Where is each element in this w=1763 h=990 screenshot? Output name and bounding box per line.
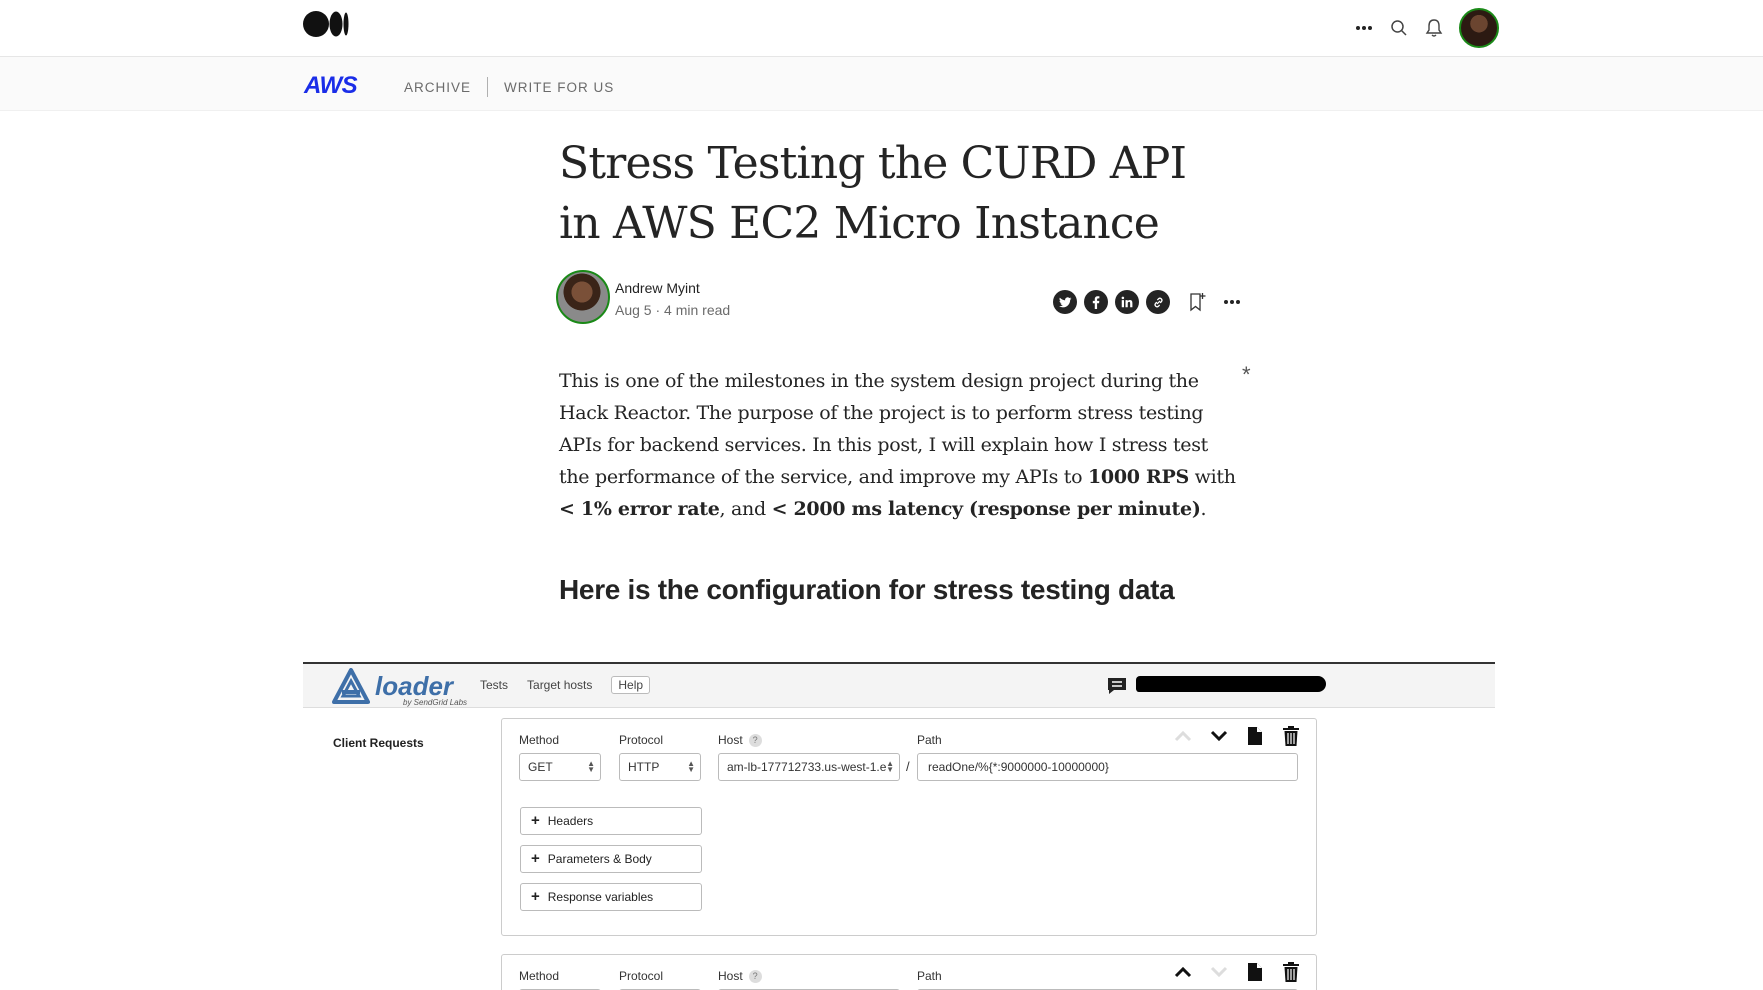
chevron-up-icon[interactable] — [1172, 961, 1194, 983]
facebook-icon[interactable] — [1084, 290, 1108, 314]
medium-logo-icon[interactable] — [303, 11, 349, 37]
method-label: Method — [519, 733, 560, 747]
help-icon[interactable]: ? — [748, 970, 762, 984]
top-bar — [0, 0, 1763, 57]
chevron-up-icon[interactable] — [1172, 725, 1194, 747]
protocol-label: Protocol — [619, 969, 664, 983]
author-name[interactable]: Andrew Myint — [615, 280, 700, 296]
response-variables-label: Response variables — [547, 890, 654, 904]
chevron-down-icon[interactable] — [1208, 725, 1230, 747]
plus-icon: + — [531, 850, 540, 867]
article-title: Stress Testing the CURD API in AWS EC2 M… — [559, 138, 1187, 249]
section-heading: Here is the configuration for stress tes… — [559, 574, 1175, 605]
paragraph-text: . — [1200, 498, 1207, 520]
host-value: am-lb-177712733.us-west-1.e — [727, 760, 887, 774]
path-label: Path — [917, 969, 942, 983]
bookmark-icon[interactable] — [1183, 290, 1211, 314]
more-dots-icon[interactable] — [1346, 11, 1381, 46]
bold-error-rate: < 1% error rate — [559, 498, 720, 520]
redacted-account — [1136, 676, 1326, 692]
host-select[interactable]: am-lb-177712733.us-west-1.e ▲ ▼ — [718, 753, 900, 781]
link-icon[interactable] — [1146, 290, 1170, 314]
user-avatar[interactable] — [1459, 8, 1499, 48]
host-label: Host? — [718, 733, 762, 748]
article-meta: Aug 5 · 4 min read — [615, 302, 731, 318]
bell-icon[interactable] — [1416, 11, 1451, 46]
loader-wordmark: loader — [375, 671, 454, 701]
duplicate-icon[interactable] — [1244, 725, 1266, 747]
publication-nav: ARCHIVE WRITE FOR US — [404, 77, 614, 97]
paragraph-text: , and — [719, 498, 772, 520]
top-actions — [1346, 6, 1499, 50]
loader-tab-target-hosts[interactable]: Target hosts — [527, 678, 592, 694]
path-label: Path — [917, 733, 942, 747]
select-arrows-icon: ▲ ▼ — [687, 759, 695, 774]
publication-bar: AWS ARCHIVE WRITE FOR US — [0, 57, 1763, 111]
request-toolbar — [1172, 725, 1302, 747]
help-icon[interactable]: ? — [748, 734, 762, 748]
publication-logo[interactable]: AWS — [304, 72, 358, 100]
loader-logo: loader by SendGrid Labs — [332, 668, 467, 707]
trash-icon[interactable] — [1280, 961, 1302, 983]
plus-icon: + — [531, 888, 540, 905]
archive-link[interactable]: ARCHIVE — [404, 80, 471, 95]
path-separator: / — [906, 759, 910, 774]
plus-icon: + — [531, 812, 540, 829]
author-row: Andrew Myint Aug 5 · 4 min read — [556, 270, 1246, 330]
select-arrows-icon: ▲ ▼ — [587, 759, 595, 774]
author-avatar[interactable] — [556, 270, 610, 324]
bold-rps: 1000 RPS — [1088, 466, 1189, 488]
paragraph-text: with — [1188, 466, 1236, 488]
duplicate-icon[interactable] — [1244, 961, 1266, 983]
twitter-icon[interactable] — [1053, 290, 1077, 314]
response-variables-button[interactable]: + Response variables — [520, 883, 702, 911]
trash-icon[interactable] — [1280, 725, 1302, 747]
share-actions — [1053, 290, 1246, 314]
host-label-text: Host — [718, 733, 743, 747]
chevron-down-icon[interactable] — [1208, 961, 1230, 983]
request-config-2: Method Protocol Host? Path — [501, 954, 1317, 990]
method-label: Method — [519, 969, 560, 983]
chat-icon[interactable] — [1106, 676, 1128, 701]
linkedin-icon[interactable] — [1115, 290, 1139, 314]
select-arrows-icon: ▲ ▼ — [886, 759, 894, 774]
client-requests-label: Client Requests — [333, 736, 424, 750]
parameters-body-label: Parameters & Body — [547, 852, 652, 866]
method-select[interactable]: GET ▲ ▼ — [519, 753, 601, 781]
host-label: Host? — [718, 969, 762, 984]
article-paragraph: This is one of the milestones in the sys… — [559, 365, 1239, 525]
host-label-text: Host — [718, 969, 743, 983]
headers-button[interactable]: + Headers — [520, 807, 702, 835]
headers-label: Headers — [547, 814, 594, 828]
path-input[interactable]: readOne/%{*:9000000-10000000} — [917, 753, 1298, 781]
highlight-marker[interactable]: * — [1242, 362, 1251, 388]
loader-help-button[interactable]: Help — [611, 676, 651, 694]
nav-divider — [487, 77, 489, 97]
write-for-us-link[interactable]: WRITE FOR US — [504, 80, 614, 95]
request-toolbar — [1172, 961, 1302, 983]
bold-latency: < 2000 ms latency (response per minute) — [771, 498, 1201, 520]
loader-logo-icon — [332, 668, 370, 704]
search-icon[interactable] — [1381, 11, 1416, 46]
loader-subtitle: by SendGrid Labs — [403, 698, 468, 707]
more-icon[interactable] — [1218, 290, 1246, 314]
request-config-1: Method Protocol Host? Path GET ▲ ▼ HTTP ▲ ▼ … — [501, 718, 1317, 936]
protocol-value: HTTP — [628, 760, 660, 774]
loader-header: loader by SendGrid Labs Tests Target hos… — [303, 664, 1495, 708]
loader-screenshot: loader by SendGrid Labs Tests Target hos… — [303, 662, 1495, 990]
method-value: GET — [528, 760, 553, 774]
loader-nav: Tests Target hosts Help — [480, 676, 651, 694]
protocol-select[interactable]: HTTP ▲ ▼ — [619, 753, 701, 781]
loader-tab-tests[interactable]: Tests — [480, 678, 508, 694]
protocol-label: Protocol — [619, 733, 664, 747]
parameters-body-button[interactable]: + Parameters & Body — [520, 845, 702, 873]
